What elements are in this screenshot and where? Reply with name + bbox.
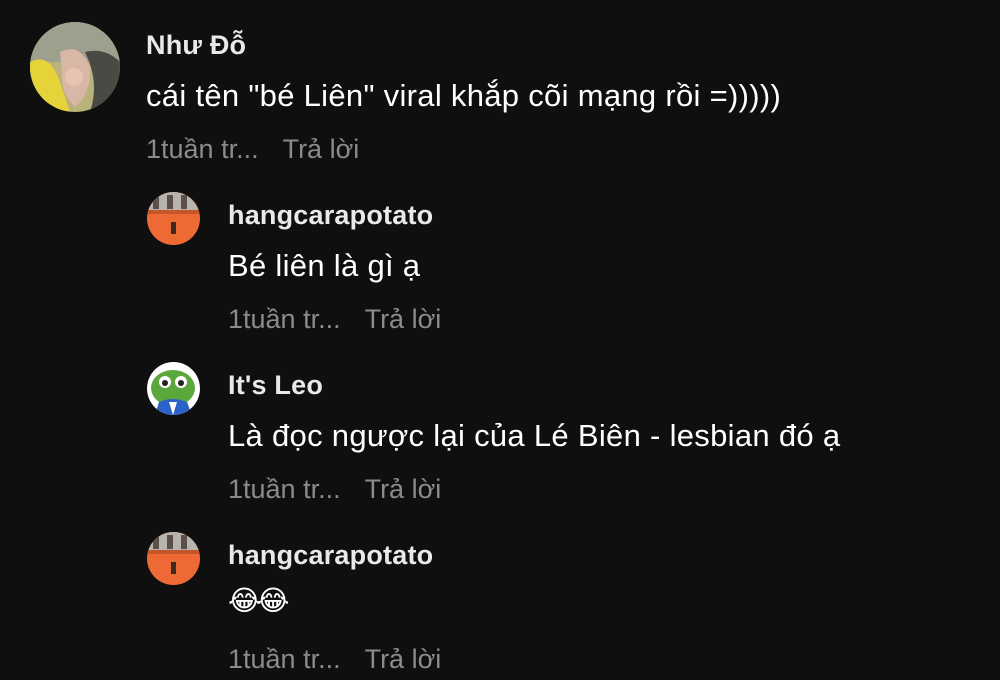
comment-text: Bé liên là gì ạ <box>228 248 421 283</box>
comment-text: 😂😂 <box>228 585 289 616</box>
comment-username[interactable]: hangcarapotato <box>228 540 433 571</box>
comment-username[interactable]: hangcarapotato <box>228 200 433 231</box>
avatar-image <box>147 192 200 245</box>
avatar[interactable] <box>147 362 200 415</box>
avatar-image <box>30 22 120 112</box>
comment-timestamp: 1tuần tr... <box>228 644 341 674</box>
reply-item: hangcarapotato 😂😂 1tuần tr... Trả lời <box>0 510 1000 680</box>
comment-timestamp: 1tuần tr... <box>228 304 341 334</box>
reply-item: hangcarapotato Bé liên là gì ạ 1tuần tr.… <box>0 170 1000 340</box>
comment-meta: 1tuần tr... Trả lời <box>228 474 441 505</box>
reply-button[interactable]: Trả lời <box>283 134 360 165</box>
avatar-image <box>147 532 200 585</box>
reply-item: It's Leo Là đọc ngược lại của Lé Biên - … <box>0 340 1000 510</box>
avatar-image <box>147 362 200 415</box>
comment-text: Là đọc ngược lại của Lé Biên - lesbian đ… <box>228 418 841 453</box>
comment-username[interactable]: It's Leo <box>228 370 323 401</box>
reply-button[interactable]: Trả lời <box>365 474 442 505</box>
comment-meta: 1tuần tr... Trả lời <box>146 134 359 165</box>
comment-meta: 1tuần tr... Trả lời <box>228 304 441 335</box>
comment-meta: 1tuần tr... Trả lời <box>228 644 441 675</box>
comment-item: Như Đỗ cái tên "bé Liên" viral khắp cõi … <box>0 0 1000 170</box>
comment-text: cái tên "bé Liên" viral khắp cõi mạng rồ… <box>146 78 782 113</box>
comment-timestamp: 1tuần tr... <box>228 474 341 504</box>
avatar[interactable] <box>30 22 120 112</box>
avatar[interactable] <box>147 532 200 585</box>
avatar[interactable] <box>147 192 200 245</box>
reply-button[interactable]: Trả lời <box>365 304 442 335</box>
comment-timestamp: 1tuần tr... <box>146 134 259 164</box>
comment-username[interactable]: Như Đỗ <box>146 30 246 61</box>
reply-button[interactable]: Trả lời <box>365 644 442 675</box>
